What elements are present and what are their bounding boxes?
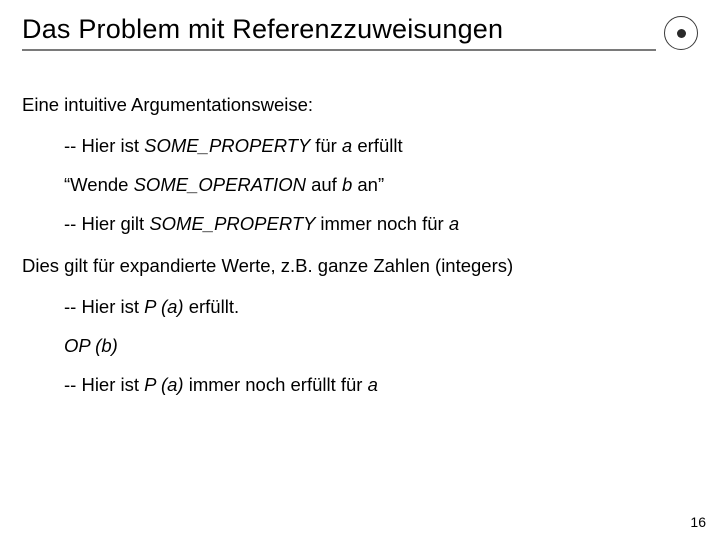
line-5: OP (b) [22, 334, 698, 357]
line-2: “Wende SOME_OPERATION auf b an” [22, 173, 698, 196]
line-1: -- Hier ist SOME_PROPERTY für a erfüllt [22, 134, 698, 157]
text-italic: a [368, 374, 378, 395]
text-italic: a [449, 213, 459, 234]
content: Eine intuitive Argumentationsweise: -- H… [22, 93, 698, 396]
chair-logo-icon [664, 16, 698, 50]
text-italic: SOME_PROPERTY [144, 135, 315, 156]
text-italic: b [342, 174, 357, 195]
line-6: -- Hier ist P (a) immer noch erfüllt für… [22, 373, 698, 396]
text-italic: SOME_PROPERTY [149, 213, 320, 234]
text: -- Hier ist [64, 296, 144, 317]
title-underline [22, 49, 656, 51]
line-4: -- Hier ist P (a) erfüllt. [22, 295, 698, 318]
logo-dot-icon [677, 29, 686, 38]
slide: Das Problem mit Referenzzuweisungen Eine… [0, 0, 720, 540]
page-title: Das Problem mit Referenzzuweisungen [22, 14, 656, 45]
text: -- Hier ist [64, 374, 144, 395]
text: an” [357, 174, 384, 195]
text: erfüllt [357, 135, 402, 156]
text-italic: a [342, 135, 357, 156]
text: -- Hier ist [64, 135, 144, 156]
intro-line: Eine intuitive Argumentationsweise: [22, 93, 698, 116]
title-row: Das Problem mit Referenzzuweisungen [22, 14, 698, 51]
text: für [315, 135, 342, 156]
text: erfüllt. [189, 296, 239, 317]
page-number: 16 [690, 514, 706, 530]
text-italic: P (a) [144, 374, 189, 395]
text: -- Hier gilt [64, 213, 149, 234]
text: immer noch erfüllt für [189, 374, 368, 395]
text-italic: SOME_OPERATION [134, 174, 312, 195]
text-italic: P (a) [144, 296, 189, 317]
line-3: -- Hier gilt SOME_PROPERTY immer noch fü… [22, 212, 698, 235]
text: auf [311, 174, 342, 195]
bridge-line: Dies gilt für expandierte Werte, z.B. ga… [22, 254, 698, 277]
text: “Wende [64, 174, 134, 195]
text: immer noch für [320, 213, 449, 234]
title-block: Das Problem mit Referenzzuweisungen [22, 14, 656, 51]
